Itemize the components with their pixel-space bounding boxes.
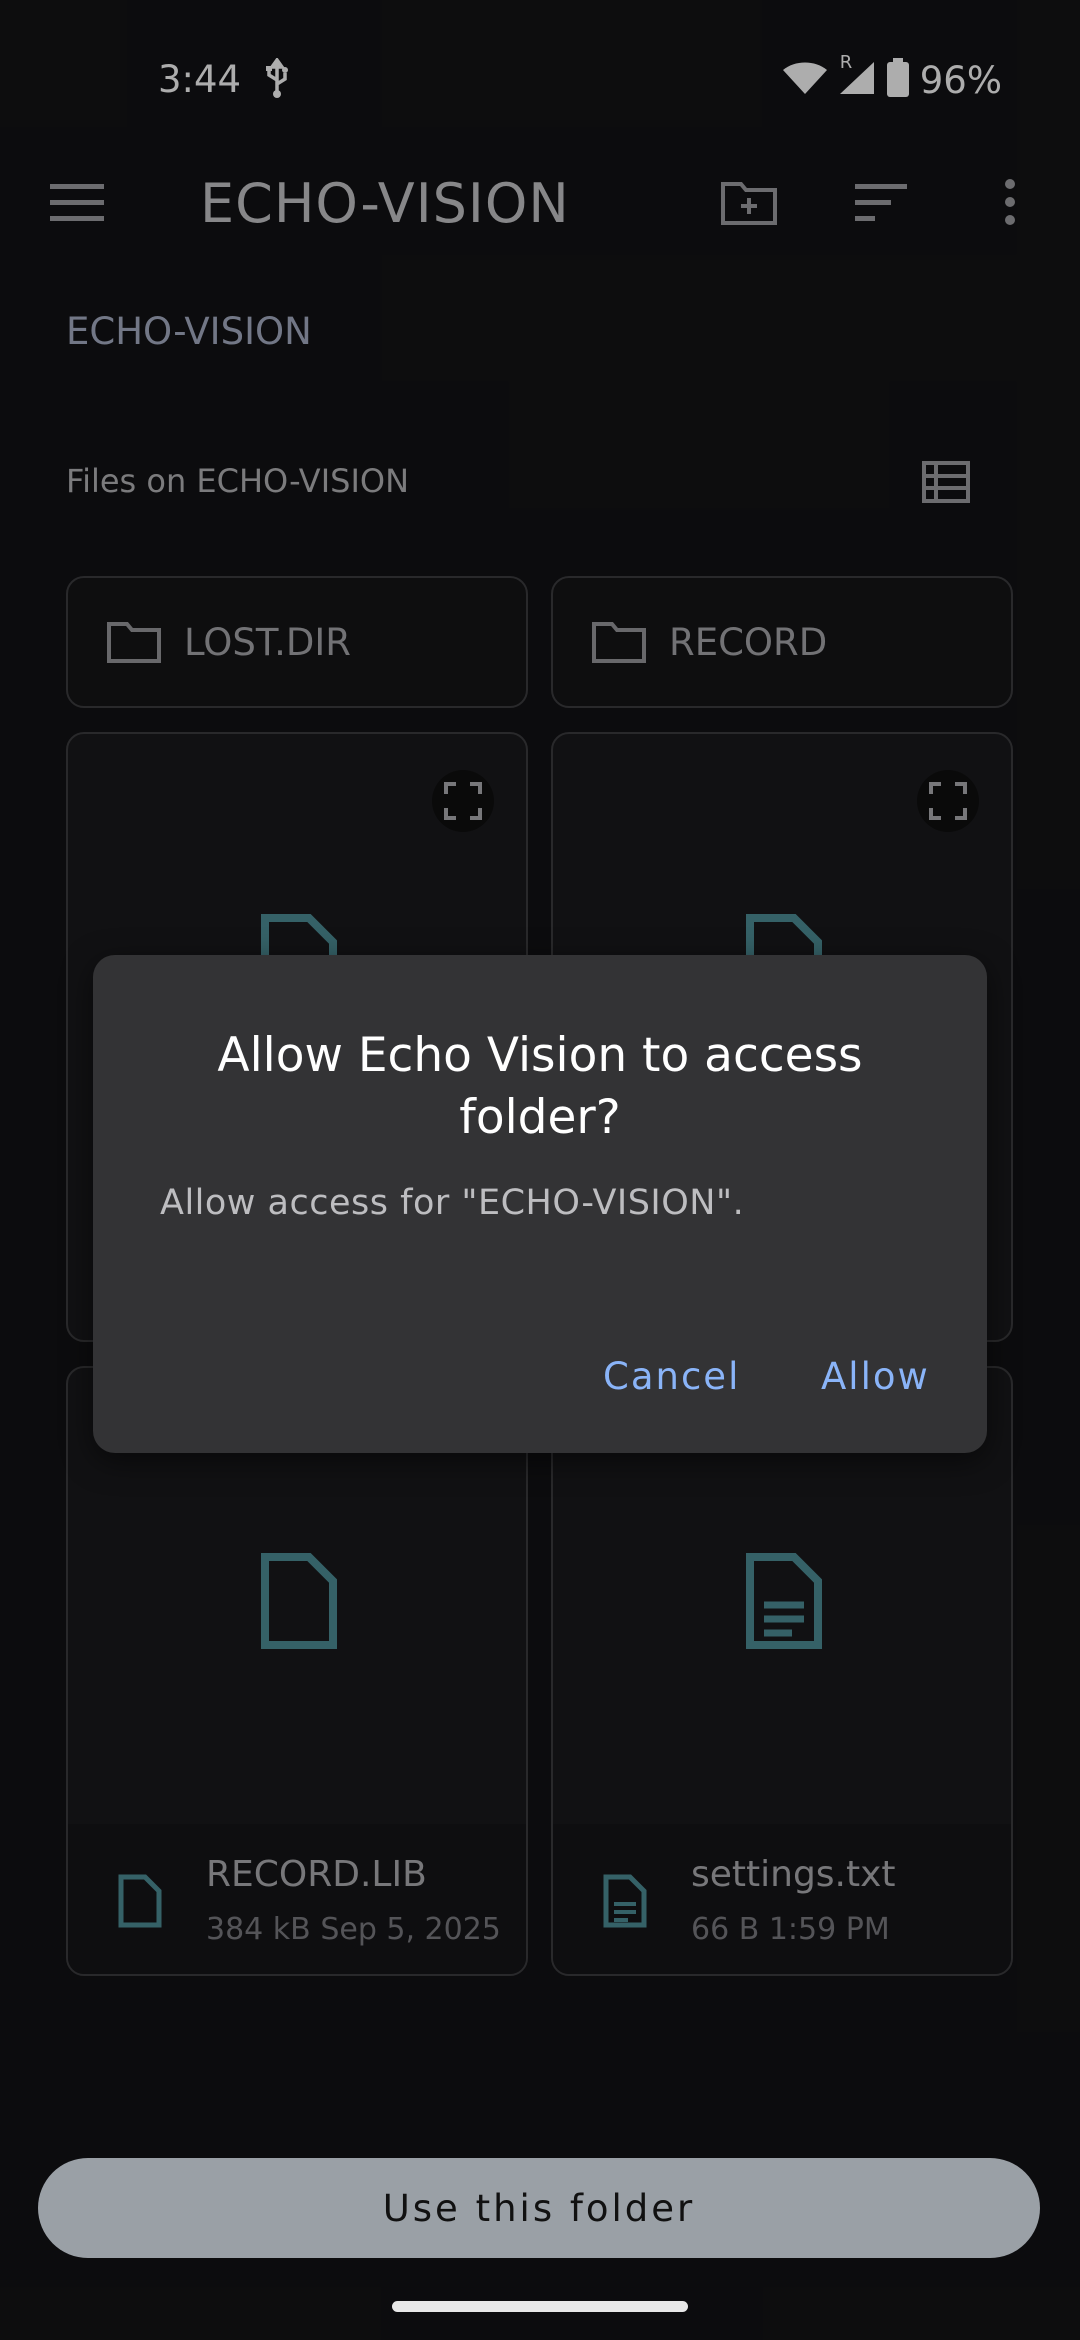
dialog-title: Allow Echo Vision to access folder? [217,1028,863,1145]
allow-button[interactable]: Allow [821,1355,930,1398]
dialog-message: Allow access for "ECHO-VISION". [160,1183,745,1223]
home-indicator[interactable] [392,2301,688,2312]
use-this-folder-button[interactable]: Use this folder [38,2158,1040,2258]
permission-dialog: Allow Echo Vision to access folder? Allo… [93,955,987,1453]
cancel-button[interactable]: Cancel [603,1355,740,1398]
